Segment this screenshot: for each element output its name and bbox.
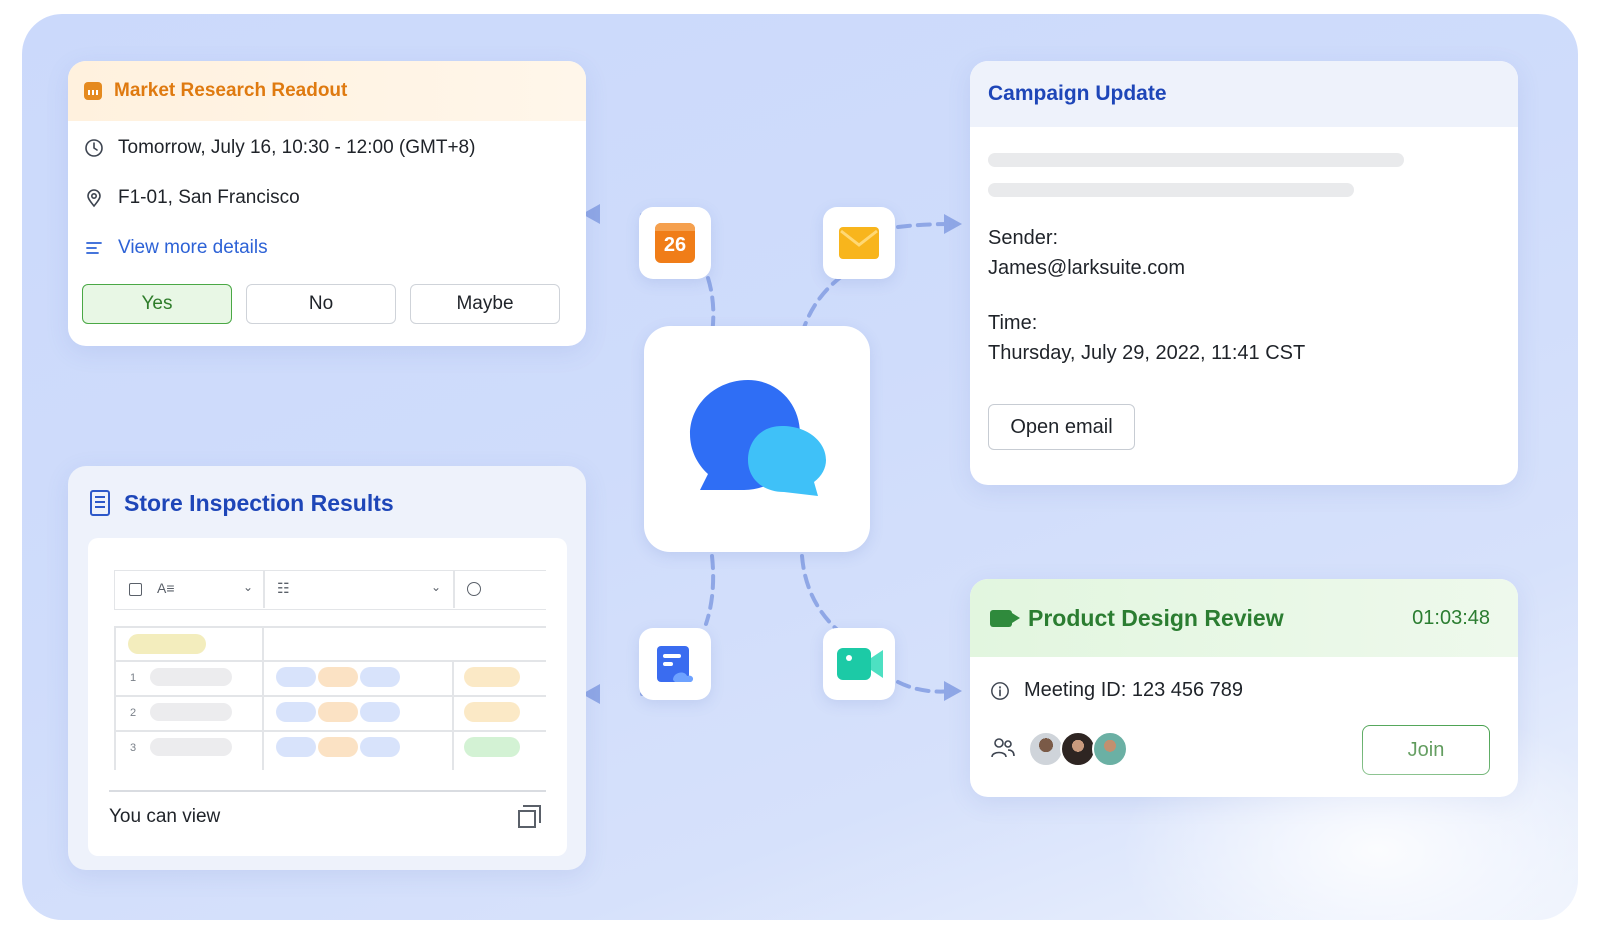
participant-avatar[interactable]	[1060, 731, 1096, 767]
campaign-header: Campaign Update	[970, 61, 1518, 127]
info-icon	[990, 681, 1010, 701]
messenger-hub-tile[interactable]	[644, 326, 870, 552]
table-header: A≡ ⌄ ☷ ⌄	[114, 570, 546, 610]
cell-placeholder	[150, 668, 232, 686]
status-placeholder	[464, 702, 520, 722]
view-more-details-link[interactable]: View more details	[118, 237, 268, 259]
chat-bubbles-icon	[690, 380, 826, 496]
permission-text: You can view	[109, 806, 221, 827]
view-details-row[interactable]: View more details	[84, 237, 268, 259]
row-number: 1	[130, 672, 137, 684]
col-divider	[114, 626, 116, 770]
meeting-id: Meeting ID: 123 456 789	[1024, 679, 1244, 701]
col-divider	[452, 660, 454, 770]
tag-placeholder	[360, 702, 400, 722]
store-inspection-title: Store Inspection Results	[124, 490, 394, 516]
tag-placeholder	[360, 737, 400, 757]
rsvp-yes-button[interactable]: Yes	[82, 284, 232, 324]
header-divider	[453, 571, 455, 608]
placeholder-line	[988, 153, 1404, 167]
row-divider	[114, 730, 546, 732]
rsvp-no-button[interactable]: No	[246, 284, 396, 324]
chevron-down-icon: ⌄	[243, 580, 254, 594]
docs-app-icon	[657, 646, 694, 682]
store-inspection-card: Store Inspection Results A≡ ⌄ ☷ ⌄ 1 2 3 …	[68, 466, 586, 870]
rsvp-maybe-button[interactable]: Maybe	[410, 284, 560, 324]
market-research-header: Market Research Readout	[68, 61, 586, 121]
time-label: Time:	[988, 312, 1038, 334]
location-pin-icon	[84, 188, 104, 208]
tag-placeholder	[318, 737, 358, 757]
sheet-doc-icon	[90, 490, 110, 516]
details-list-icon	[84, 238, 104, 258]
market-research-title: Market Research Readout	[114, 80, 348, 101]
clock-icon	[84, 138, 104, 158]
chevron-down-icon: ⌄	[431, 580, 442, 594]
calendar-app-tile[interactable]: 26	[639, 207, 711, 279]
campaign-title: Campaign Update	[988, 82, 1167, 105]
video-camera-icon	[990, 609, 1020, 627]
row-number: 2	[130, 707, 137, 719]
background-stage: Market Research Readout Tomorrow, July 1…	[22, 14, 1578, 920]
cell-placeholder	[150, 738, 232, 756]
meeting-timer: 01:03:48	[1412, 607, 1490, 629]
list-field-icon: ☷	[277, 580, 290, 596]
status-check-icon	[467, 582, 481, 596]
tag-placeholder	[276, 702, 316, 722]
participant-avatar[interactable]	[1092, 731, 1128, 767]
event-time-row: Tomorrow, July 16, 10:30 - 12:00 (GMT+8)	[84, 137, 475, 159]
footer-divider	[109, 790, 546, 792]
placeholder-line	[988, 183, 1354, 197]
status-placeholder	[464, 667, 520, 687]
campaign-update-card: Campaign Update Sender: James@larksuite.…	[970, 61, 1518, 485]
join-meeting-button[interactable]: Join	[1362, 725, 1490, 775]
participant-avatar[interactable]	[1028, 731, 1064, 767]
video-app-icon	[837, 648, 883, 680]
time-value: Thursday, July 29, 2022, 11:41 CST	[988, 342, 1306, 364]
cell-placeholder	[150, 703, 232, 721]
spreadsheet-preview[interactable]: A≡ ⌄ ☷ ⌄ 1 2 3 You can view	[88, 538, 567, 856]
status-placeholder	[464, 737, 520, 757]
event-location: F1-01, San Francisco	[118, 187, 300, 208]
tag-placeholder	[276, 737, 316, 757]
docs-app-tile[interactable]	[639, 628, 711, 700]
text-field-icon: A≡	[157, 580, 175, 596]
mail-app-tile[interactable]	[823, 207, 895, 279]
row-divider	[114, 660, 546, 662]
participants-icon	[990, 737, 1016, 764]
tag-placeholder	[318, 702, 358, 722]
video-app-tile[interactable]	[823, 628, 895, 700]
group-tag-placeholder	[128, 634, 206, 654]
review-title: Product Design Review	[1028, 604, 1284, 631]
sender-label: Sender:	[988, 227, 1059, 249]
mail-app-icon	[839, 227, 879, 259]
calendar-icon	[84, 82, 102, 100]
tag-placeholder	[360, 667, 400, 687]
row-divider	[114, 626, 546, 628]
event-location-row: F1-01, San Francisco	[84, 187, 300, 209]
calendar-app-icon: 26	[655, 223, 695, 263]
copy-icon[interactable]	[518, 805, 541, 828]
col-divider	[262, 626, 264, 770]
open-email-button[interactable]: Open email	[988, 404, 1135, 450]
header-divider	[263, 571, 265, 608]
tag-placeholder	[318, 667, 358, 687]
row-divider	[114, 695, 546, 697]
tag-placeholder	[276, 667, 316, 687]
product-design-review-card: Product Design Review 01:03:48 Meeting I…	[970, 579, 1518, 797]
calendar-day: 26	[663, 234, 687, 256]
checkbox-icon	[129, 583, 142, 596]
event-time: Tomorrow, July 16, 10:30 - 12:00 (GMT+8)	[118, 137, 476, 158]
market-research-card: Market Research Readout Tomorrow, July 1…	[68, 61, 586, 346]
sender-value: James@larksuite.com	[988, 257, 1186, 279]
meeting-id-row: Meeting ID: 123 456 789	[990, 679, 1243, 702]
row-number: 3	[130, 742, 137, 754]
